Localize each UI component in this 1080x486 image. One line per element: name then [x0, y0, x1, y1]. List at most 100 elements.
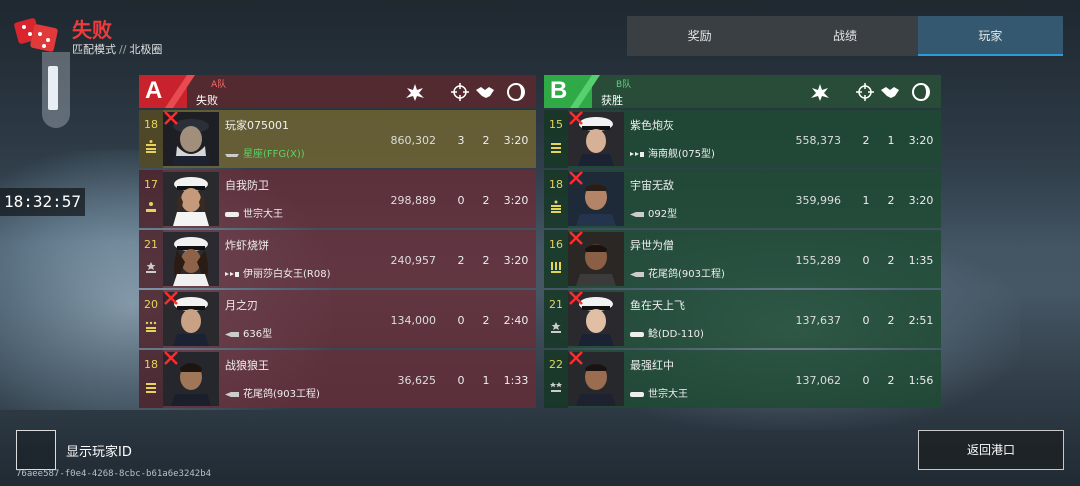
ship-info: 伊丽莎白女王(R08)	[225, 265, 330, 280]
player-assists: 2	[887, 314, 895, 327]
ship-info: 星座(FFG(X))	[225, 145, 305, 160]
player-level: 22	[549, 358, 563, 371]
crosshair-icon	[856, 83, 874, 101]
return-to-port-button[interactable]: 返回港口	[918, 430, 1064, 470]
ship-name: 星座(FFG(X))	[243, 149, 305, 160]
ship-info: 花尾鸽(903工程)	[630, 265, 725, 280]
rank-insignia-icon	[146, 383, 156, 393]
result-title: 失败	[72, 18, 112, 42]
player-avatar	[163, 172, 219, 226]
player-time: 3:20	[908, 134, 934, 147]
player-kills: 0	[862, 254, 870, 267]
player-time: 3:20	[503, 254, 529, 267]
player-row[interactable]: 20 月之刃 636型 134,000 0 2 2:40	[139, 290, 536, 348]
ship-name: 092型	[648, 209, 678, 220]
player-kills: 2	[862, 134, 870, 147]
player-row[interactable]: 21 炸虾烧饼 伊丽莎白女王(R08) 240,957 2 2 3:20	[139, 230, 536, 288]
player-score: 36,625	[397, 374, 437, 387]
player-name: 月之刃	[225, 299, 258, 312]
ship-class-icon	[630, 391, 644, 397]
player-row[interactable]: 17 自我防卫 世宗大王 298,889 0 2 3:20	[139, 170, 536, 228]
player-score: 359,996	[795, 194, 842, 207]
level-box: 18	[139, 110, 163, 168]
rank-insignia-icon	[551, 200, 561, 213]
player-time: 2:51	[908, 314, 934, 327]
level-box: 17	[139, 170, 163, 228]
player-assists: 1	[887, 134, 895, 147]
player-name: 紫色炮灰	[630, 119, 674, 132]
level-box: 18	[139, 350, 163, 408]
player-score: 240,957	[390, 254, 437, 267]
ship-class-icon	[630, 271, 644, 277]
player-level: 21	[144, 238, 158, 251]
rank-insignia-icon	[146, 140, 156, 153]
player-time: 3:20	[503, 134, 529, 147]
player-kills: 0	[457, 374, 465, 387]
player-score: 137,637	[795, 314, 842, 327]
player-row[interactable]: 18 宇宙无敌 092型 359,996 1 2 3:20	[544, 170, 941, 228]
ship-info: 636型	[225, 325, 272, 340]
match-mode: 匹配模式	[72, 43, 116, 56]
ship-name: 花尾鸽(903工程)	[648, 269, 725, 280]
player-assists: 2	[482, 134, 490, 147]
player-row[interactable]: 18 玩家075001 星座(FFG(X)) 860,302 3 2 3:20	[139, 110, 536, 168]
player-kills: 0	[862, 374, 870, 387]
side-drawer-handle[interactable]	[42, 52, 70, 128]
result-tabs: 奖励 战绩 玩家	[627, 16, 1063, 56]
player-kills: 0	[862, 314, 870, 327]
team-b-badge: B	[550, 77, 568, 104]
ship-class-icon	[630, 331, 644, 337]
player-row[interactable]: 16 异世为僧 花尾鸽(903工程) 155,289 0 2 1:35	[544, 230, 941, 288]
clock-icon	[912, 83, 930, 101]
team-b-header: B B队 获胜	[544, 75, 941, 108]
player-time: 1:35	[908, 254, 934, 267]
player-row[interactable]: 21 鱼在天上飞 鲶(DD-110) 137,637 0 2 2:51	[544, 290, 941, 348]
ship-name: 世宗大王	[648, 389, 688, 400]
player-row[interactable]: 22 最强红中 世宗大王 137,062 0 2 1:56	[544, 350, 941, 408]
player-level: 18	[144, 358, 158, 371]
player-assists: 2	[887, 194, 895, 207]
match-separator: //	[119, 43, 127, 56]
player-time: 1:56	[908, 374, 934, 387]
destroyed-icon	[569, 171, 583, 185]
player-level: 16	[549, 238, 563, 251]
ship-name: 鲶(DD-110)	[648, 329, 704, 340]
player-score: 137,062	[795, 374, 842, 387]
header-slash-decoration	[570, 75, 600, 108]
team-a-header: A A队 失败	[139, 75, 536, 108]
level-box: 22	[544, 350, 568, 408]
destroyed-icon	[569, 111, 583, 125]
player-name: 自我防卫	[225, 179, 269, 192]
player-score: 860,302	[390, 134, 437, 147]
player-kills: 2	[457, 254, 465, 267]
player-kills: 3	[457, 134, 465, 147]
level-box: 20	[139, 290, 163, 348]
ship-name: 伊丽莎白女王(R08)	[243, 269, 331, 280]
ship-class-icon	[225, 331, 239, 337]
rank-insignia-icon	[551, 262, 561, 273]
player-assists: 2	[482, 194, 490, 207]
player-assists: 2	[887, 374, 895, 387]
player-level: 20	[144, 298, 158, 311]
player-assists: 2	[887, 254, 895, 267]
player-row[interactable]: 15 紫色炮灰 海南舰(075型) 558,373 2 1 3:20	[544, 110, 941, 168]
level-box: 21	[139, 230, 163, 288]
ship-info: 世宗大王	[630, 385, 688, 400]
player-level: 15	[549, 118, 563, 131]
handshake-icon	[476, 87, 494, 98]
player-name: 炸虾烧饼	[225, 239, 269, 252]
ship-info: 海南舰(075型)	[630, 145, 715, 160]
player-row[interactable]: 18 战狼狼王 花尾鸽(903工程) 36,625 0 1 1:33	[139, 350, 536, 408]
team-a-name: A队	[211, 80, 227, 90]
tab-players[interactable]: 玩家	[917, 16, 1063, 56]
tab-record[interactable]: 战绩	[772, 16, 917, 56]
match-uid: 76aee587-f0e4-4268-8cbc-b61a6e3242b4	[16, 469, 212, 479]
player-time: 1:33	[503, 374, 529, 387]
show-player-id-checkbox[interactable]	[16, 430, 56, 470]
player-kills: 0	[457, 314, 465, 327]
player-level: 21	[549, 298, 563, 311]
clock: 18:32:57	[0, 188, 85, 216]
tab-rewards[interactable]: 奖励	[627, 16, 772, 56]
player-level: 18	[144, 118, 158, 131]
player-time: 3:20	[503, 194, 529, 207]
